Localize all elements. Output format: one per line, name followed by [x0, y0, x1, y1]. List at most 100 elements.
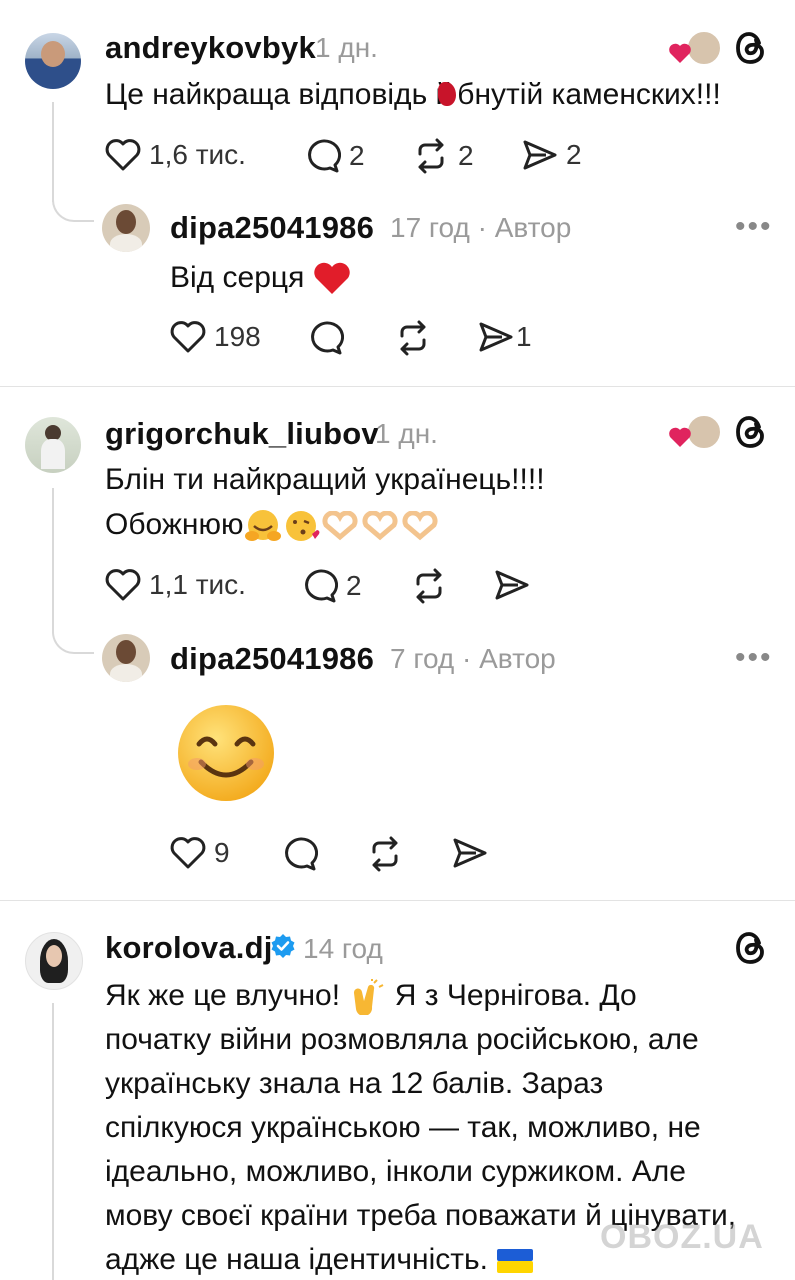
red-heart-emoji	[313, 262, 350, 295]
timestamp: 7 год · Автор	[390, 643, 556, 675]
avatar[interactable]	[25, 417, 81, 473]
avatar[interactable]	[102, 204, 150, 252]
heart-icon	[105, 569, 141, 601]
comment-text-line: ідеально, можливо, інколи суржиком. Але	[105, 1155, 686, 1188]
reply-count: 2	[349, 140, 365, 171]
comment-icon	[311, 321, 344, 355]
author-label: · Автор	[477, 212, 572, 243]
divider	[0, 386, 795, 387]
watermark: OBOZ.UA	[600, 1218, 764, 1256]
clapping-hands-emoji	[354, 979, 384, 1016]
comment-text: Це найкраща відповідь й бнутій каменских!…	[105, 75, 721, 115]
verified-badge-icon	[271, 934, 295, 958]
avatar[interactable]	[25, 33, 81, 89]
kissing-face-emoji	[285, 511, 320, 542]
comment-icon	[308, 139, 341, 173]
time-value: 7 год	[390, 643, 455, 674]
comment-text-line: адже це наша ідентичність.	[105, 1240, 534, 1280]
ukraine-flag-emoji	[497, 1249, 534, 1274]
like-count: 1,6 тис.	[149, 139, 246, 170]
repost-icon	[400, 320, 426, 356]
thread-connector	[52, 612, 94, 654]
like-count: 198	[214, 321, 261, 352]
like-button[interactable]: 198	[170, 320, 261, 354]
comment-text-line: Як же це влучно! Я з Чернігова. До	[105, 976, 637, 1016]
author-label: · Автор	[462, 643, 556, 674]
like-button[interactable]: 9	[170, 836, 230, 870]
avatar[interactable]	[25, 932, 83, 990]
repost-icon	[416, 568, 442, 604]
heart-hands-emoji	[401, 511, 438, 541]
comment-text-line: початку війни розмовляла російською, але	[105, 1023, 699, 1056]
share-button[interactable]	[494, 568, 530, 602]
comment-text-line: Блін ти найкращий українець!!!!	[105, 463, 545, 496]
comment-text-body: Я з Чернігова. До	[394, 979, 637, 1012]
comment-text-body: Як же це влучно!	[105, 979, 341, 1012]
like-button[interactable]: 1,6 тис.	[105, 138, 246, 172]
divider	[0, 900, 795, 901]
creator-liked-badge	[668, 414, 722, 454]
like-button[interactable]: 1,1 тис.	[105, 568, 246, 602]
repost-icon	[418, 138, 444, 174]
like-count: 9	[214, 837, 230, 868]
share-count: 2	[566, 139, 582, 170]
username[interactable]: dipa25041986	[170, 210, 374, 246]
threads-logo-icon[interactable]	[733, 412, 769, 452]
thread-line	[52, 1003, 54, 1280]
timestamp: 14 год	[303, 933, 383, 964]
username[interactable]: andreykovbyk	[105, 30, 316, 66]
heart-icon	[669, 427, 691, 447]
thread-connector	[52, 180, 94, 222]
timestamp: 17 год · Автор	[390, 212, 571, 244]
timestamp: 1 дн.	[375, 418, 438, 449]
more-button[interactable]: •••	[735, 641, 773, 675]
threads-logo-icon[interactable]	[733, 28, 769, 68]
hugging-face-emoji	[244, 510, 281, 542]
reply-count: 2	[346, 570, 362, 601]
repost-button[interactable]	[366, 836, 404, 872]
repost-icon	[372, 836, 398, 872]
username[interactable]: korolova.dj	[105, 930, 273, 966]
heart-hands-emoji	[361, 511, 398, 541]
username[interactable]: dipa25041986	[170, 641, 374, 677]
reply-button[interactable]	[308, 320, 344, 356]
censor-mark-icon	[438, 82, 457, 106]
heart-hands-emoji	[321, 511, 358, 541]
comment-icon	[285, 837, 318, 871]
reply-button[interactable]: 2	[305, 138, 365, 174]
avatar[interactable]	[102, 634, 150, 682]
comment-text-body: адже це наша ідентичність.	[105, 1243, 488, 1276]
comment-text-line: Обожнюю	[105, 505, 440, 545]
comment-text-tail: бнутій каменских!!!	[457, 78, 721, 111]
share-button[interactable]: 2	[522, 138, 582, 172]
comment-text-body: Від серця	[170, 261, 305, 294]
username[interactable]: grigorchuk_liubov	[105, 416, 379, 452]
share-icon	[523, 140, 557, 170]
share-count: 1	[516, 321, 532, 352]
heart-icon	[105, 139, 141, 171]
share-icon	[479, 322, 513, 352]
creator-liked-badge	[668, 30, 722, 70]
share-button[interactable]: 1	[478, 320, 532, 354]
reply-button[interactable]	[282, 836, 318, 872]
threads-logo-icon[interactable]	[733, 928, 769, 968]
repost-button[interactable]	[394, 320, 432, 356]
more-button[interactable]: •••	[735, 210, 773, 244]
share-icon	[453, 838, 487, 868]
heart-icon	[170, 837, 206, 869]
reply-button[interactable]: 2	[302, 568, 362, 604]
heart-icon	[669, 43, 691, 63]
timestamp: 1 дн.	[315, 32, 378, 63]
share-button[interactable]	[452, 836, 488, 870]
repost-button[interactable]	[410, 568, 448, 604]
comment-text-line: українську знала на 12 балів. Зараз	[105, 1067, 604, 1100]
repost-count: 2	[458, 140, 474, 171]
comment-icon	[305, 569, 338, 603]
share-icon	[495, 570, 529, 600]
comment-text-head: Це найкраща відповідь й	[105, 78, 453, 111]
comment-text-body: Обожнюю	[105, 508, 244, 541]
like-count: 1,1 тис.	[149, 569, 246, 600]
repost-button[interactable]: 2	[412, 138, 474, 174]
smiling-face-emoji	[178, 705, 274, 801]
time-value: 17 год	[390, 212, 470, 243]
